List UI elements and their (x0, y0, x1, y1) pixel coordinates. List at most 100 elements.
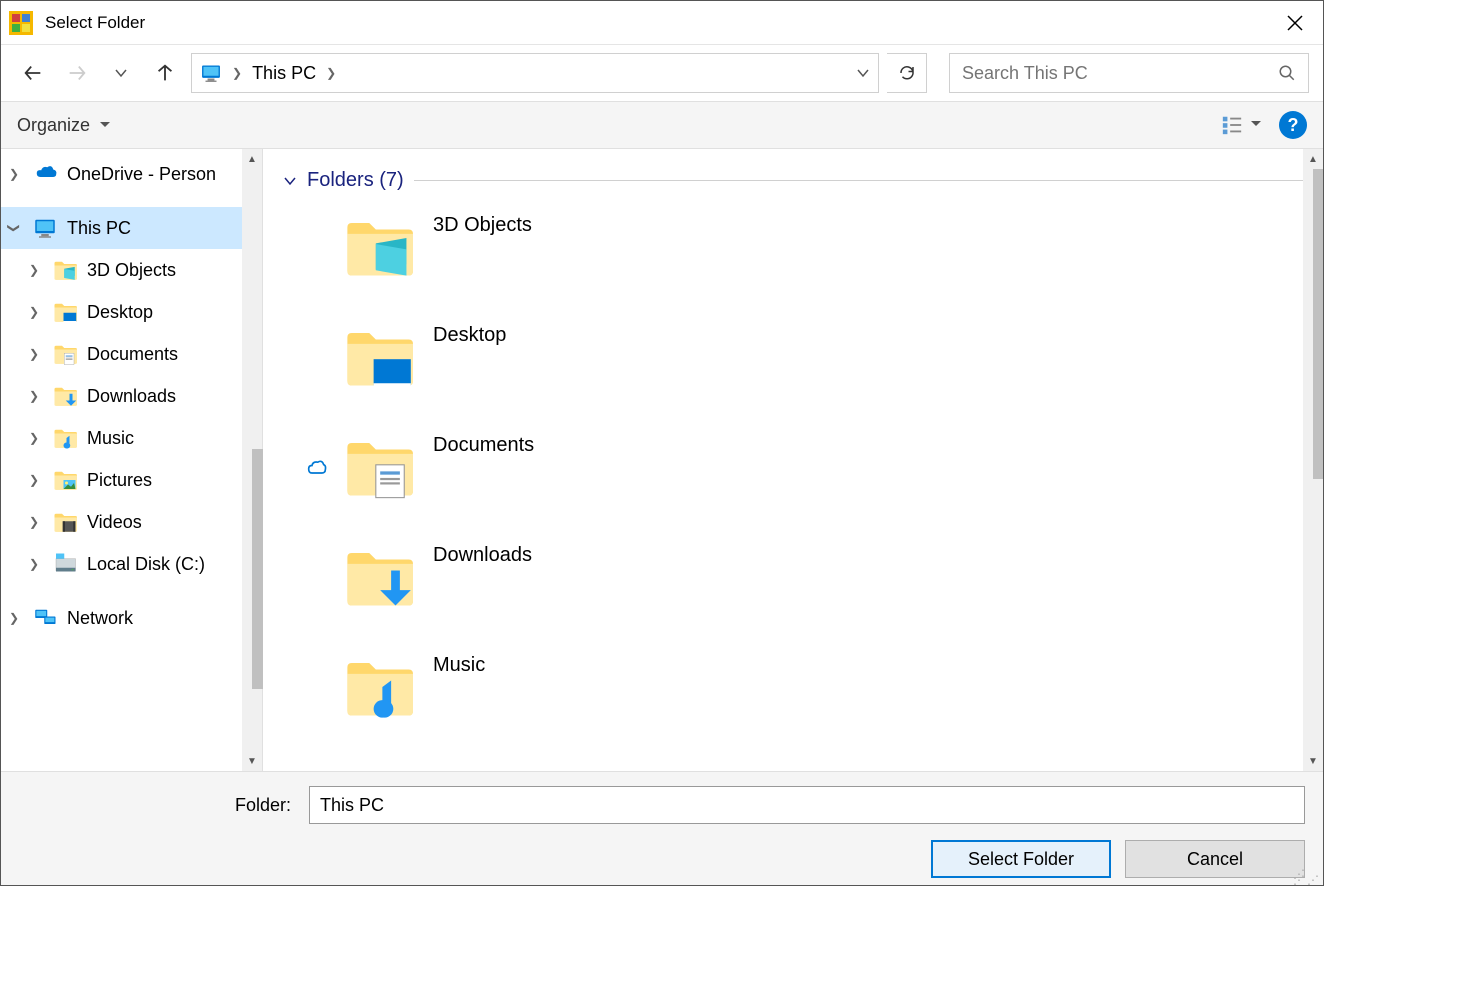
tree-label: OneDrive - Person (67, 164, 216, 185)
expand-icon[interactable]: ❯ (25, 431, 43, 445)
arrow-right-icon (66, 62, 88, 84)
scroll-up-icon[interactable]: ▲ (247, 149, 257, 169)
title-bar: Select Folder (1, 1, 1323, 45)
view-options-button[interactable] (1221, 114, 1261, 136)
folder-item-desktop[interactable]: Desktop (283, 322, 1303, 432)
folder-item-3dobjects[interactable]: 3D Objects (283, 212, 1303, 322)
content-pane: Folders (7) 3D Objects Desktop Documents… (263, 149, 1323, 771)
expand-icon[interactable]: ❯ (25, 515, 43, 529)
forward-button[interactable] (59, 55, 95, 91)
body: ❯OneDrive - Person ❯This PC ❯3D Objects … (1, 149, 1323, 771)
refresh-button[interactable] (887, 53, 927, 93)
music-icon (53, 426, 77, 450)
chevron-right-icon: ❯ (232, 66, 242, 80)
tree-item-videos[interactable]: ❯ Videos (1, 501, 262, 543)
expand-icon[interactable]: ❯ (25, 305, 43, 319)
folder-field-label: Folder: (19, 795, 299, 816)
collapse-icon[interactable]: ❯ (7, 219, 21, 237)
button-label: Select Folder (968, 849, 1074, 870)
chevron-down-icon (114, 66, 128, 80)
close-icon (1287, 15, 1303, 31)
folder-item-downloads[interactable]: Downloads (283, 542, 1303, 652)
group-label: Folders (7) (307, 169, 404, 192)
tree-item-downloads[interactable]: ❯ Downloads (1, 375, 262, 417)
tree-label: Downloads (87, 386, 176, 407)
3dobjects-icon (53, 258, 77, 282)
network-icon (33, 606, 57, 630)
folder-label: 3D Objects (433, 212, 532, 237)
content-scrollbar[interactable]: ▲ ▼ (1303, 149, 1323, 771)
tree-label: Local Disk (C:) (87, 554, 205, 575)
refresh-icon (898, 64, 916, 82)
tree-item-pictures[interactable]: ❯ Pictures (1, 459, 262, 501)
desktop-icon (343, 322, 413, 392)
folder-label: Downloads (433, 542, 532, 567)
expand-icon[interactable]: ❯ (25, 263, 43, 277)
tree-label: 3D Objects (87, 260, 176, 281)
help-button[interactable]: ? (1279, 111, 1307, 139)
tree-label: This PC (67, 218, 131, 239)
expand-icon[interactable]: ❯ (25, 347, 43, 361)
tree-item-network[interactable]: ❯ Network (1, 597, 262, 639)
downloads-icon (53, 384, 77, 408)
thispc-icon (33, 216, 57, 240)
tree-item-documents[interactable]: ❯ Documents (1, 333, 262, 375)
tree-label: Pictures (87, 470, 152, 491)
app-icon (9, 11, 33, 35)
folder-item-documents[interactable]: Documents (283, 432, 1303, 542)
scroll-down-icon[interactable]: ▼ (247, 751, 257, 771)
breadcrumb-bar[interactable]: ❯ This PC ❯ (191, 53, 879, 93)
folder-item-music[interactable]: Music (283, 652, 1303, 762)
expand-icon[interactable]: ❯ (5, 167, 23, 181)
breadcrumb-item[interactable]: This PC (252, 63, 316, 84)
chevron-down-icon (1247, 116, 1261, 134)
desktop-icon (53, 300, 77, 324)
documents-icon (343, 432, 413, 502)
recent-dropdown[interactable] (103, 55, 139, 91)
thispc-icon (200, 62, 222, 84)
chevron-down-icon (283, 174, 297, 188)
scroll-down-icon[interactable]: ▼ (1308, 751, 1318, 771)
select-folder-button[interactable]: Select Folder (931, 840, 1111, 878)
disk-icon (53, 552, 77, 576)
group-header[interactable]: Folders (7) (283, 169, 1303, 192)
window-title: Select Folder (45, 13, 1275, 33)
cancel-button[interactable]: Cancel (1125, 840, 1305, 878)
tree-item-thispc[interactable]: ❯ This PC (1, 207, 262, 249)
tree-item-3dobjects[interactable]: ❯ 3D Objects (1, 249, 262, 291)
tree-label: Network (67, 608, 133, 629)
expand-icon[interactable]: ❯ (25, 473, 43, 487)
arrow-up-icon (154, 62, 176, 84)
scroll-up-icon[interactable]: ▲ (1308, 149, 1318, 169)
tree-label: Documents (87, 344, 178, 365)
folder-label: Desktop (433, 322, 506, 347)
expand-icon[interactable]: ❯ (25, 389, 43, 403)
scroll-thumb[interactable] (1313, 169, 1323, 479)
pictures-icon (53, 468, 77, 492)
tree-item-localdisk[interactable]: ❯ Local Disk (C:) (1, 543, 262, 585)
tree-item-desktop[interactable]: ❯Desktop (1, 291, 262, 333)
tree-scrollbar[interactable]: ▲ ▼ (242, 149, 262, 771)
expand-icon[interactable]: ❯ (5, 611, 23, 625)
folder-label: Music (433, 652, 485, 677)
tree-item-onedrive[interactable]: ❯ OneDrive - Person (1, 153, 262, 195)
bottom-panel: Folder: Select Folder Cancel ⋰⋰⋰ (1, 771, 1323, 885)
organize-menu[interactable]: Organize (17, 115, 110, 136)
up-button[interactable] (147, 55, 183, 91)
folder-label: Documents (433, 432, 534, 457)
tree-pane: ❯OneDrive - Person ❯This PC ❯3D Objects … (1, 149, 263, 771)
folder-field[interactable] (309, 786, 1305, 824)
expand-icon[interactable]: ❯ (25, 557, 43, 571)
search-input[interactable] (962, 63, 1278, 84)
tree-item-music[interactable]: ❯Music (1, 417, 262, 459)
documents-icon (53, 342, 77, 366)
organize-label: Organize (17, 115, 90, 136)
chevron-right-icon: ❯ (326, 66, 336, 80)
search-box[interactable] (949, 53, 1309, 93)
music-icon (343, 652, 413, 722)
close-button[interactable] (1275, 3, 1315, 43)
view-icon (1221, 114, 1243, 136)
tree-label: Videos (87, 512, 142, 533)
back-button[interactable] (15, 55, 51, 91)
chevron-down-icon[interactable] (856, 66, 870, 80)
